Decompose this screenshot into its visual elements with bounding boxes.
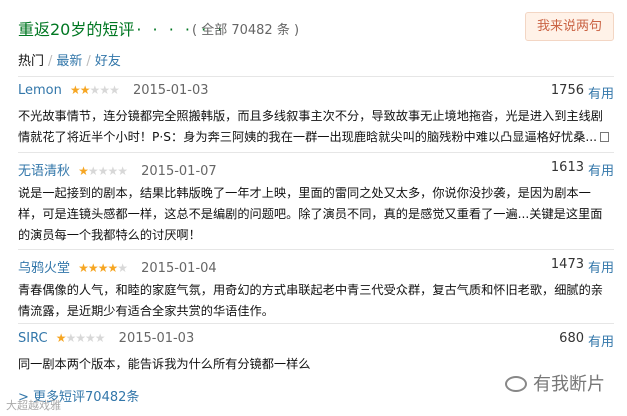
sort-tabs: 热门 / 最新 / 好友 <box>18 50 121 69</box>
rating-stars: ★★★★★ <box>55 331 106 345</box>
star-empty-icon: ★ <box>85 331 96 345</box>
star-empty-icon: ★ <box>97 164 109 178</box>
comment-date: 2015-01-03 <box>132 83 209 98</box>
comment-user[interactable]: SIRC <box>18 331 48 346</box>
star-empty-icon: ★ <box>75 331 86 345</box>
comment-meta: 乌鸦火堂 ★★★★★ 2015-01-04 1473 有用 <box>18 257 614 277</box>
title-text: 重返20岁的短评 <box>18 20 135 39</box>
comment-date: 2015-01-03 <box>118 331 195 346</box>
star-empty-icon: ★ <box>94 331 106 345</box>
rating-stars: ★★★★★ <box>70 83 120 97</box>
rating-stars: ★★★★★ <box>78 164 128 178</box>
star-empty-icon: ★ <box>117 164 128 178</box>
watermark-bottom: 大超越戏雅 <box>6 399 61 412</box>
comment-user[interactable]: 无语清秋 <box>18 160 70 179</box>
star-filled-icon: ★ <box>78 164 89 178</box>
useful-button[interactable]: 有用 <box>588 331 614 350</box>
comment-user[interactable]: Lemon <box>18 83 62 98</box>
tab-friends[interactable]: 好友 <box>95 50 121 69</box>
divider <box>18 249 614 250</box>
vote-count: 1756 <box>550 83 584 98</box>
sort-separator: / <box>48 54 53 69</box>
star-filled-icon: ★ <box>55 331 67 345</box>
comment-user[interactable]: 乌鸦火堂 <box>18 257 70 276</box>
comment-meta: 无语清秋 ★★★★★ 2015-01-07 1613 有用 <box>18 160 614 180</box>
comment-date: 2015-01-07 <box>141 164 217 179</box>
star-filled-icon: ★ <box>107 261 118 275</box>
useful-button[interactable]: 有用 <box>588 160 614 179</box>
star-empty-icon: ★ <box>87 164 99 178</box>
tab-latest[interactable]: 最新 <box>56 50 82 69</box>
watermark-text: 有我断片 <box>533 374 605 395</box>
star-filled-icon: ★ <box>70 83 81 97</box>
comment-item: 乌鸦火堂 ★★★★★ 2015-01-04 1473 有用 青春偶像的人气，和睦… <box>18 257 614 322</box>
divider <box>18 76 614 77</box>
comment-text: 不光故事情节，连分镜都完全照搬韩版，而且多线叙事主次不分，导致故事无止境地拖沓，… <box>18 106 614 148</box>
comment-meta: SIRC ★★★★★ 2015-01-03 680 有用 <box>18 331 614 351</box>
comment-meta: Lemon ★★★★★ 2015-01-03 1756 有用 <box>18 83 614 103</box>
comment-date: 2015-01-04 <box>141 261 217 276</box>
star-filled-icon: ★ <box>78 261 89 275</box>
watermark: 有我断片 <box>505 370 605 396</box>
star-empty-icon: ★ <box>109 83 120 97</box>
star-empty-icon: ★ <box>89 83 101 97</box>
vote-count: 1613 <box>550 160 584 175</box>
tab-hot[interactable]: 热门 <box>18 50 44 69</box>
rating-stars: ★★★★★ <box>78 261 128 275</box>
vote-count: 680 <box>559 331 584 346</box>
wechat-icon <box>505 376 527 392</box>
star-filled-icon: ★ <box>87 261 99 275</box>
comment-text: 青春偶像的人气，和睦的家庭气氛，用奇幻的方式串联起老中青三代受众群，复古气质和怀… <box>18 283 603 318</box>
star-filled-icon: ★ <box>97 261 109 275</box>
comment-text-content: 不光故事情节，连分镜都完全照搬韩版，而且多线叙事主次不分，导致故事无止境地拖沓，… <box>18 109 603 144</box>
comment-item: SIRC ★★★★★ 2015-01-03 680 有用 同一剧本两个版本，能告… <box>18 331 614 375</box>
header: 重返20岁的短评 · · · · · · ( 全部 70482 条 ) 我来说两句 <box>18 12 614 44</box>
sort-separator: / <box>86 54 91 69</box>
divider <box>18 152 614 153</box>
comment-item: Lemon ★★★★★ 2015-01-03 1756 有用 不光故事情节，连分… <box>18 83 614 148</box>
star-empty-icon: ★ <box>65 331 76 345</box>
write-comment-button[interactable]: 我来说两句 <box>525 12 614 41</box>
useful-button[interactable]: 有用 <box>588 83 614 102</box>
star-empty-icon: ★ <box>99 83 110 97</box>
star-empty-icon: ★ <box>107 164 118 178</box>
star-filled-icon: ★ <box>79 83 91 97</box>
vote-count: 1473 <box>550 257 584 272</box>
total-count: ( 全部 70482 条 ) <box>192 23 300 38</box>
expand-icon[interactable] <box>600 132 610 142</box>
comment-text: 说是一起接到的剧本，结果比韩版晚了一年才上映，里面的雷同之处又太多，你说你没抄袭… <box>18 186 603 242</box>
useful-button[interactable]: 有用 <box>588 257 614 276</box>
star-empty-icon: ★ <box>117 261 128 275</box>
divider <box>18 323 614 324</box>
comment-item: 无语清秋 ★★★★★ 2015-01-07 1613 有用 说是一起接到的剧本，… <box>18 160 614 246</box>
